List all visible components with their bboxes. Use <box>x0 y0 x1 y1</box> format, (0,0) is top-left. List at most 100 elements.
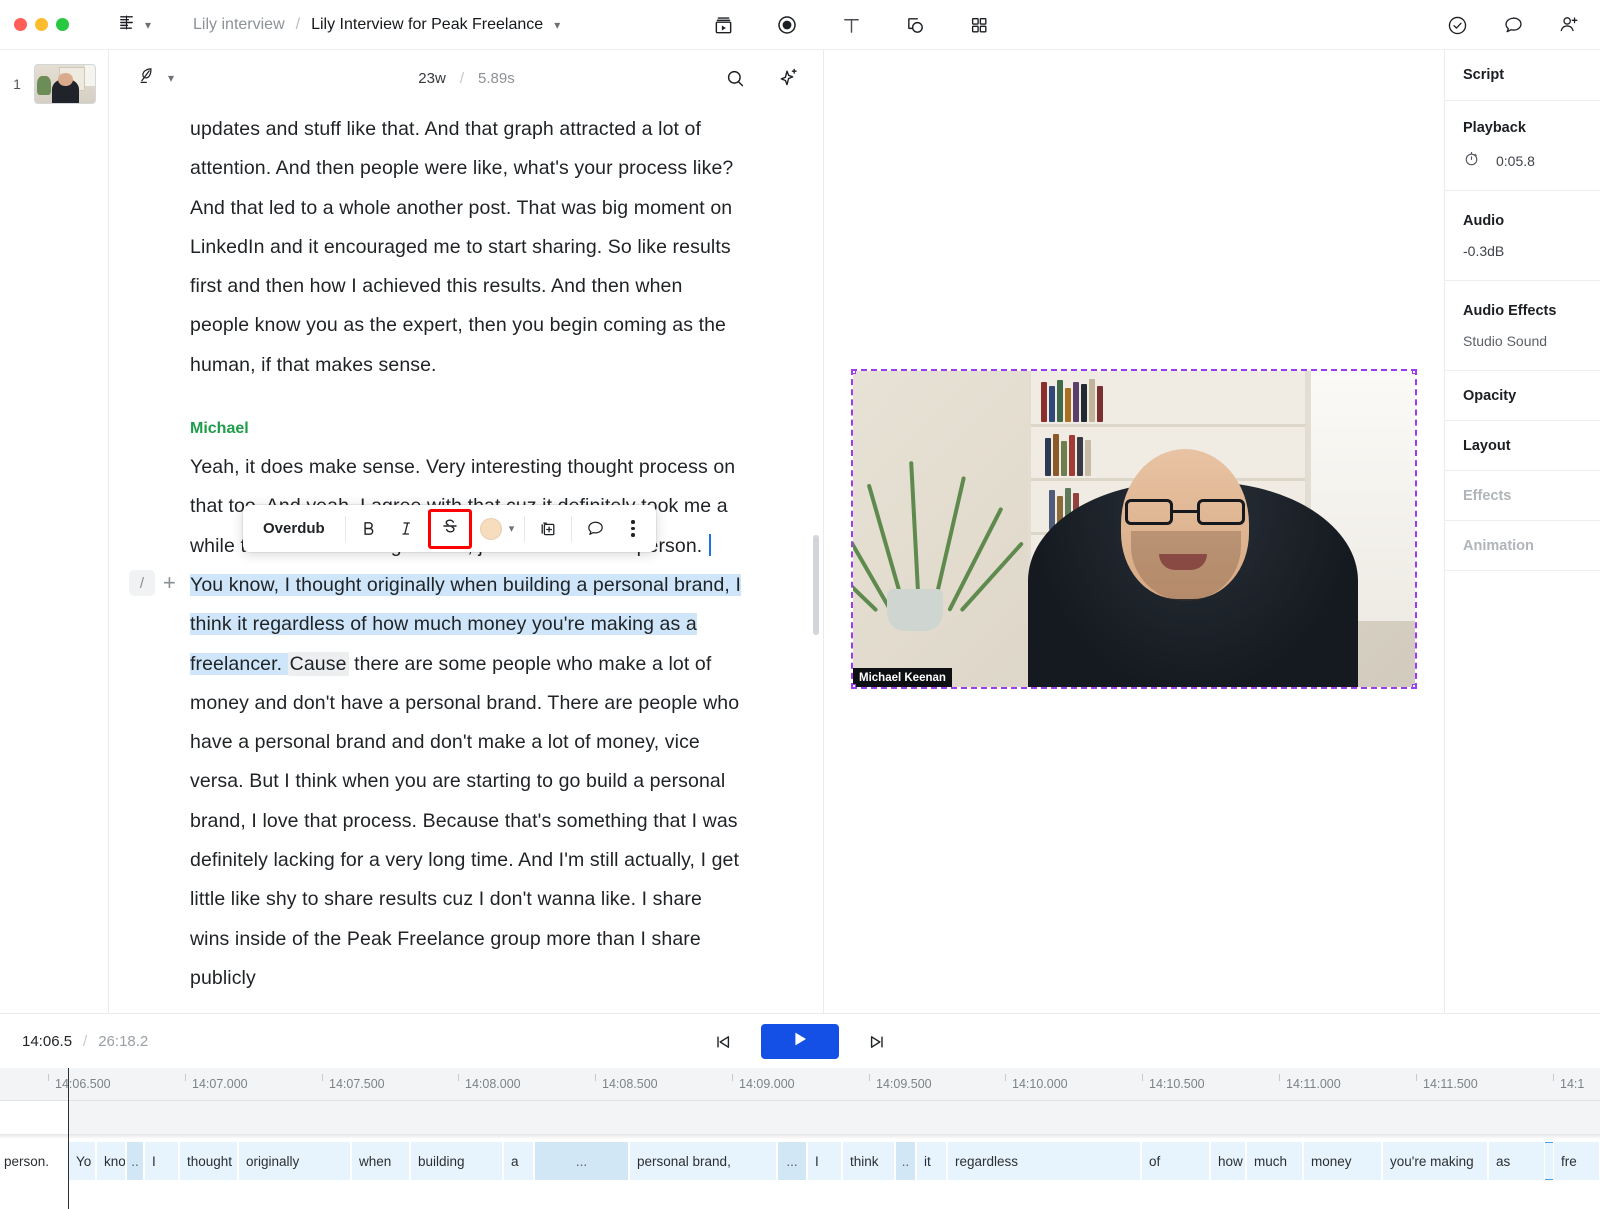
ruler-tick <box>1005 1074 1006 1081</box>
overdub-button[interactable]: Overdub <box>243 520 345 537</box>
scene-thumbnail[interactable] <box>34 64 96 104</box>
minimize-window-button[interactable] <box>35 18 48 31</box>
word-cell[interactable]: much <box>1246 1142 1303 1180</box>
playback-time-value[interactable]: 0:05.8 <box>1496 153 1535 169</box>
playhead-track-line <box>68 1101 69 1139</box>
skip-next-button[interactable] <box>863 1028 891 1056</box>
script-content[interactable]: updates and stuff like that. And that gr… <box>109 106 824 1013</box>
inspector-title: Playback <box>1463 120 1600 136</box>
more-options-button[interactable] <box>614 512 652 546</box>
inspector-section-audio-effects[interactable]: Audio Effects Studio Sound <box>1445 281 1600 371</box>
word-cell[interactable]: thought <box>179 1142 238 1180</box>
resize-handle-bottom-right[interactable] <box>1412 684 1417 689</box>
word-gap-cell[interactable]: ... <box>534 1142 629 1180</box>
plant-pot <box>887 589 943 631</box>
timeline-ruler[interactable]: 14:06.50014:07.00014:07.50014:08.00014:0… <box>0 1068 1600 1101</box>
word-cell[interactable]: regardless <box>947 1142 1141 1180</box>
resize-handle-top-right[interactable] <box>1412 369 1417 374</box>
breadcrumb-current[interactable]: Lily Interview for Peak Freelance <box>311 16 543 34</box>
word-cell[interactable]: kno <box>96 1142 126 1180</box>
resize-handle-bottom-left[interactable] <box>851 684 856 689</box>
scene-list-item[interactable]: 1 <box>0 64 109 104</box>
title-bar: ▾ Lily interview / Lily Interview for Pe… <box>0 0 1600 50</box>
sparkle-ai-icon[interactable] <box>776 65 802 91</box>
word-cell[interactable]: I <box>807 1142 842 1180</box>
add-comment-button[interactable] <box>576 512 614 546</box>
style-picker-button[interactable]: ▾ <box>136 65 174 91</box>
maximize-window-button[interactable] <box>56 18 69 31</box>
skip-previous-button[interactable] <box>709 1028 737 1056</box>
chevron-down-icon: ▾ <box>168 72 174 84</box>
traffic-lights <box>14 18 69 31</box>
play-button[interactable] <box>761 1024 839 1059</box>
word-cell[interactable]: you're making <box>1382 1142 1488 1180</box>
inspector-section-layout[interactable]: Layout <box>1445 421 1600 471</box>
word-cell[interactable]: building <box>410 1142 503 1180</box>
word-cell[interactable]: when <box>351 1142 410 1180</box>
track-header-left <box>0 1101 68 1134</box>
word-cell[interactable]: of <box>1141 1142 1210 1180</box>
word-gap-cell[interactable]: ... <box>777 1142 807 1180</box>
word-cell[interactable]: think <box>842 1142 895 1180</box>
record-icon[interactable] <box>774 12 800 38</box>
add-block-button[interactable]: + <box>163 572 176 594</box>
resize-handle-top-left[interactable] <box>851 369 856 374</box>
script-stats: 23w / 5.89s <box>109 50 824 106</box>
word-gap-cell[interactable]: .. <box>895 1142 916 1180</box>
ruler-tick <box>458 1074 459 1081</box>
word-cell[interactable]: fre <box>1553 1142 1600 1180</box>
speaker-label[interactable]: Michael <box>190 410 742 448</box>
inspector-section-opacity[interactable]: Opacity <box>1445 371 1600 421</box>
editor-scrollbar[interactable] <box>813 535 819 635</box>
grid-apps-icon[interactable] <box>966 12 992 38</box>
word-cell[interactable]: personal brand, <box>629 1142 777 1180</box>
ruler-tick-label: 14:10.000 <box>1012 1077 1068 1091</box>
text-tool-icon[interactable] <box>838 12 864 38</box>
add-to-clip-button[interactable] <box>529 512 567 546</box>
inspector-title: Animation <box>1463 538 1600 554</box>
gray-token[interactable]: Cause <box>288 652 349 676</box>
thumb-window <box>85 65 95 86</box>
search-icon[interactable] <box>722 65 748 91</box>
inspector-section-audio[interactable]: Audio -0.3dB <box>1445 191 1600 281</box>
audio-level-value[interactable]: -0.3dB <box>1463 243 1600 259</box>
app-menu-button[interactable]: ▾ <box>117 13 151 37</box>
inspector-section-animation[interactable]: Animation <box>1445 521 1600 571</box>
track-shadow <box>0 1134 1600 1139</box>
video-clip-icon[interactable] <box>710 12 736 38</box>
comment-icon[interactable] <box>1500 12 1526 38</box>
strikethrough-button[interactable] <box>428 509 472 549</box>
add-person-icon[interactable] <box>1556 12 1582 38</box>
slash-command-button[interactable]: / <box>129 570 155 596</box>
word-cell[interactable]: money <box>1303 1142 1382 1180</box>
italic-button[interactable] <box>388 512 426 546</box>
stopwatch-icon <box>1463 150 1480 172</box>
audio-effect-value[interactable]: Studio Sound <box>1463 333 1600 349</box>
word-track[interactable]: person. Yokno..Ithoughtoriginallywhenbui… <box>0 1142 1600 1180</box>
inspector-section-effects[interactable]: Effects <box>1445 471 1600 521</box>
highlight-color-swatch[interactable] <box>480 518 502 540</box>
transcript-paragraph[interactable]: updates and stuff like that. And that gr… <box>190 110 742 385</box>
close-window-button[interactable] <box>14 18 27 31</box>
word-cell[interactable]: a <box>503 1142 534 1180</box>
bold-button[interactable] <box>350 512 388 546</box>
check-circle-icon[interactable] <box>1444 12 1470 38</box>
word-cell[interactable]: how <box>1210 1142 1246 1180</box>
preview-canvas[interactable]: Michael Keenan <box>824 50 1445 1013</box>
chevron-down-icon[interactable]: ▾ <box>509 522 515 535</box>
word-gap-cell[interactable]: .. <box>126 1142 144 1180</box>
word-cell[interactable]: originally <box>238 1142 351 1180</box>
breadcrumb-chevron-down-icon[interactable]: ▾ <box>554 19 560 31</box>
block-gutter-controls: / + <box>129 570 176 596</box>
video-clip-selection[interactable]: Michael Keenan <box>851 369 1417 689</box>
strikethrough-icon <box>440 516 460 541</box>
preceding-word-cell[interactable]: person. <box>0 1142 68 1180</box>
breadcrumb-parent[interactable]: Lily interview <box>193 16 285 34</box>
word-cell[interactable]: I <box>144 1142 179 1180</box>
word-cell[interactable]: it <box>916 1142 947 1180</box>
inspector-section-playback[interactable]: Playback 0:05.8 <box>1445 101 1600 191</box>
word-cell[interactable]: as <box>1488 1142 1545 1180</box>
inspector-section-script[interactable]: Script <box>1445 50 1600 101</box>
word-cell[interactable]: Yo <box>68 1142 96 1180</box>
shape-tool-icon[interactable] <box>902 12 928 38</box>
